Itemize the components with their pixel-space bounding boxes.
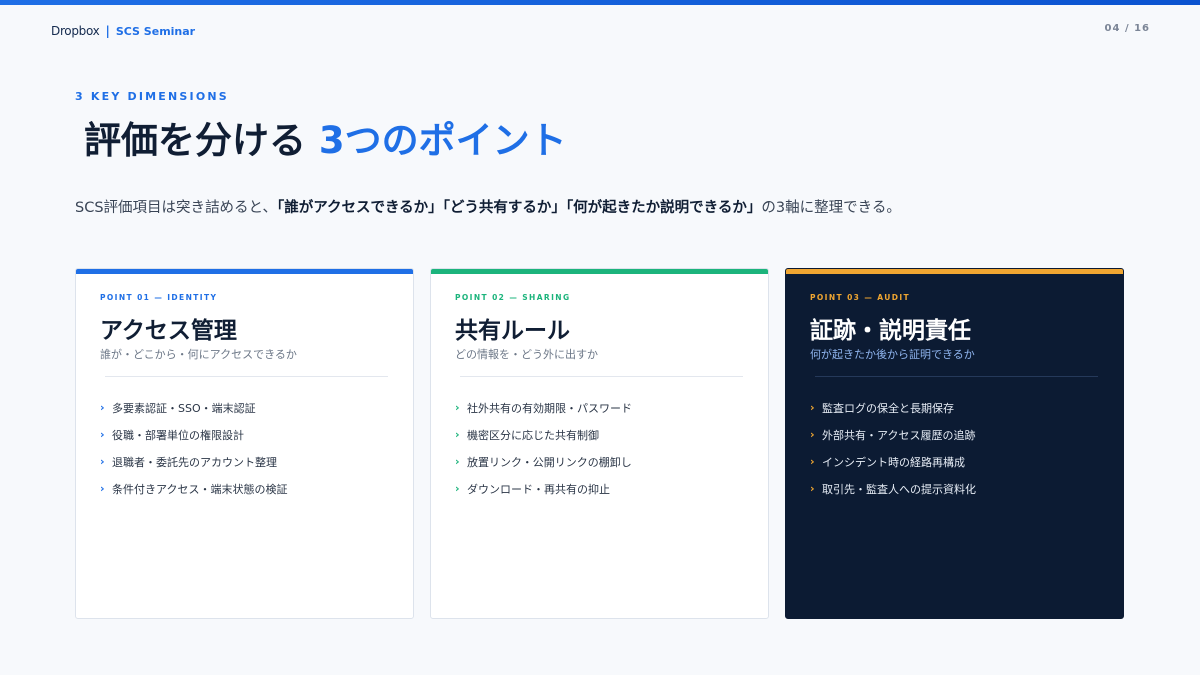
card-accent-bar	[786, 269, 1123, 274]
seminar-name: SCS Seminar	[115, 24, 196, 38]
lead-intro: SCS評価項目は突き詰めると、	[75, 200, 277, 216]
card-list: › 社外共有の有効期限・パスワード › 機密区分に応じた共有制御 › 放置リンク・公開…	[455, 394, 632, 502]
card-heading: アクセス管理	[100, 318, 237, 344]
list-item-text: 役職・部署単位の権限設計	[112, 428, 244, 442]
page-title: 評価を分ける 3つのポイント	[84, 110, 567, 164]
card-heading: 共有ルール	[455, 318, 570, 344]
list-item-text: 多要素認証・SSO・端末認証	[112, 401, 256, 415]
title-accent: 3つのポイント	[318, 119, 567, 162]
card-audit: POINT 03 — AUDIT 証跡・説明責任 何が起きたか後から証明できるか…	[785, 268, 1124, 619]
card-divider	[460, 376, 743, 377]
list-item: › ダウンロード・再共有の抑止	[455, 475, 632, 502]
card-heading: 証跡・説明責任	[810, 318, 971, 344]
list-item-text: 監査ログの保全と長期保存	[822, 401, 954, 415]
card-list: › 多要素認証・SSO・端末認証 › 役職・部署単位の権限設計 › 退職者・委託先のア…	[100, 394, 287, 502]
card-subtitle: どの情報を・どう外に出すか	[455, 348, 598, 361]
list-item: › 退職者・委託先のアカウント整理	[100, 448, 287, 475]
card-label: POINT 02 — SHARING	[455, 293, 571, 302]
card-subtitle: 誰が・どこから・何にアクセスできるか	[100, 348, 297, 361]
chevron-right-icon: ›	[455, 428, 460, 441]
chevron-right-icon: ›	[100, 401, 105, 414]
card-divider	[815, 376, 1098, 377]
list-item-text: ダウンロード・再共有の抑止	[467, 482, 610, 496]
lead-question-2: 「どう共有するか」	[442, 200, 566, 216]
chevron-right-icon: ›	[100, 455, 105, 468]
card-subtitle: 何が起きたか後から証明できるか	[810, 348, 975, 361]
list-item: › 外部共有・アクセス履歴の追跡	[810, 421, 976, 448]
list-item-text: 機密区分に応じた共有制御	[467, 428, 599, 442]
chevron-right-icon: ›	[455, 401, 460, 414]
lead-question-3: 「何が起きたか説明できるか」	[565, 200, 762, 216]
list-item-text: 条件付きアクセス・端末状態の検証	[112, 482, 288, 496]
dropbox-logo: Dropbox	[51, 24, 100, 38]
lead-question-1: 「誰がアクセスできるか」	[276, 200, 443, 216]
chevron-right-icon: ›	[455, 482, 460, 495]
list-item: › 条件付きアクセス・端末状態の検証	[100, 475, 287, 502]
chevron-right-icon: ›	[810, 401, 815, 414]
list-item: › 監査ログの保全と長期保存	[810, 394, 976, 421]
card-sharing: POINT 02 — SHARING 共有ルール どの情報を・どう外に出すか ›…	[430, 268, 769, 619]
list-item-text: 退職者・委託先のアカウント整理	[112, 455, 277, 469]
list-item: › 機密区分に応じた共有制御	[455, 421, 632, 448]
list-item: › インシデント時の経路再構成	[810, 448, 976, 475]
list-item: › 役職・部署単位の権限設計	[100, 421, 287, 448]
card-accent-bar	[431, 269, 768, 274]
page-number: 04 / 16	[1104, 23, 1150, 34]
lead-outro: の3軸に整理できる。	[761, 200, 901, 216]
brand-separator: |	[105, 24, 110, 38]
list-item-text: 外部共有・アクセス履歴の追跡	[822, 428, 976, 442]
top-accent-bar	[0, 0, 1200, 5]
card-identity: POINT 01 — IDENTITY アクセス管理 誰が・どこから・何にアクセ…	[75, 268, 414, 619]
chevron-right-icon: ›	[455, 455, 460, 468]
chevron-right-icon: ›	[810, 482, 815, 495]
chevron-right-icon: ›	[100, 482, 105, 495]
list-item: › 多要素認証・SSO・端末認証	[100, 394, 287, 421]
list-item-text: 取引先・監査人への提示資料化	[822, 482, 976, 496]
list-item-text: 社外共有の有効期限・パスワード	[467, 401, 632, 415]
chevron-right-icon: ›	[810, 428, 815, 441]
card-label: POINT 03 — AUDIT	[810, 293, 911, 302]
list-item: › 取引先・監査人への提示資料化	[810, 475, 976, 502]
card-list: › 監査ログの保全と長期保存 › 外部共有・アクセス履歴の追跡 › インシデント時の経…	[810, 394, 976, 502]
list-item-text: 放置リンク・公開リンクの棚卸し	[467, 455, 632, 469]
title-main: 評価を分ける	[84, 119, 306, 162]
list-item-text: インシデント時の経路再構成	[822, 455, 965, 469]
lead-text: SCS評価項目は突き詰めると、「誰がアクセスできるか」「どう共有するか」「何が起…	[75, 196, 901, 217]
chevron-right-icon: ›	[100, 428, 105, 441]
card-label: POINT 01 — IDENTITY	[100, 293, 218, 302]
eyebrow-label: 3 KEY DIMENSIONS	[75, 90, 229, 103]
list-item: › 社外共有の有効期限・パスワード	[455, 394, 632, 421]
list-item: › 放置リンク・公開リンクの棚卸し	[455, 448, 632, 475]
card-divider	[105, 376, 388, 377]
chevron-right-icon: ›	[810, 455, 815, 468]
card-accent-bar	[76, 269, 413, 274]
brand: Dropbox | SCS Seminar	[51, 23, 195, 39]
